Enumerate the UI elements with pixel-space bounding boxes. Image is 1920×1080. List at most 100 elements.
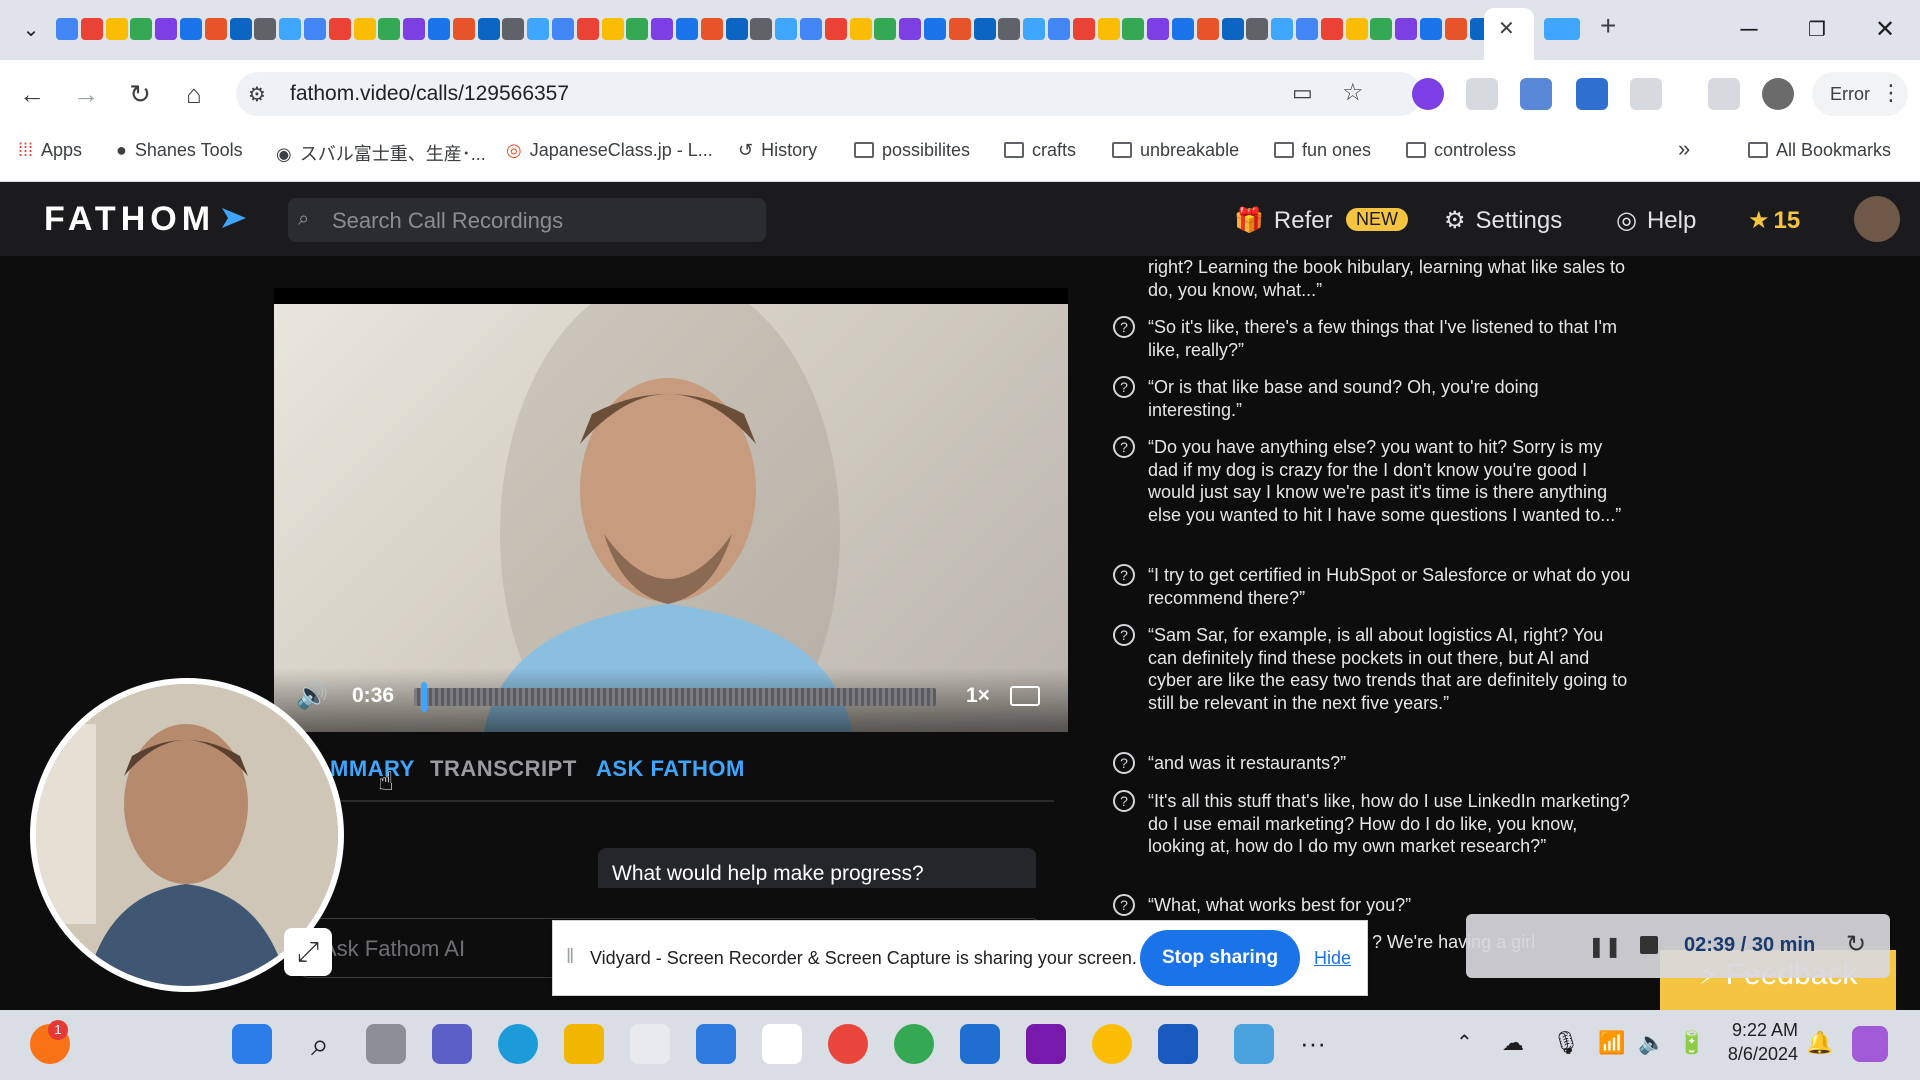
more-apps-icon[interactable]: ··· xyxy=(1300,1028,1326,1059)
copilot-icon[interactable] xyxy=(1852,1026,1888,1062)
pinned-tab-favicon[interactable] xyxy=(477,18,500,40)
pinned-tab-favicon[interactable] xyxy=(725,18,748,40)
start-icon[interactable] xyxy=(232,1024,272,1064)
stop-record-icon[interactable] xyxy=(1640,936,1658,954)
pinned-tab-favicon[interactable] xyxy=(56,18,78,40)
chrome-icon[interactable] xyxy=(828,1024,868,1064)
pinned-tab-favicon[interactable] xyxy=(155,18,178,40)
myhp-icon[interactable] xyxy=(696,1024,736,1064)
pinned-tab-favicon[interactable] xyxy=(1196,18,1219,40)
pinned-tab-favicon[interactable] xyxy=(452,18,475,40)
extensions-puzzle-icon[interactable] xyxy=(1630,78,1662,110)
bookmark-folder-possibilites[interactable]: possibilites xyxy=(854,140,970,161)
pinned-tab-favicon[interactable] xyxy=(899,18,922,40)
bookmark-shanes-tools[interactable]: ● Shanes Tools xyxy=(116,140,243,161)
site-info-icon[interactable]: ⚙ xyxy=(248,82,266,107)
list-item[interactable]: ? “It's all this stuff that's like, how d… xyxy=(1113,790,1634,858)
tray-chevron-icon[interactable]: ⌃ xyxy=(1456,1030,1473,1055)
hide-link[interactable]: Hide xyxy=(1314,948,1351,969)
pinned-tab-favicon[interactable] xyxy=(824,18,847,40)
pinned-tab-favicon[interactable] xyxy=(1271,18,1294,40)
pinned-tab-favicon[interactable] xyxy=(651,18,674,40)
store-icon[interactable] xyxy=(630,1024,670,1064)
pinned-tab-favicon[interactable] xyxy=(180,18,202,40)
pinned-tab-favicon[interactable] xyxy=(1172,18,1194,40)
all-bookmarks[interactable]: All Bookmarks xyxy=(1748,140,1891,161)
list-item[interactable]: ? “and was it restaurants?” xyxy=(1113,752,1634,775)
chrome-profile-icon[interactable] xyxy=(894,1024,934,1064)
pinned-tab-favicon[interactable] xyxy=(1221,18,1244,40)
microphone-icon[interactable]: 🎙 xyxy=(1552,1030,1580,1056)
pinned-tab-favicon[interactable] xyxy=(1420,18,1442,40)
forward-icon[interactable]: → xyxy=(66,74,106,114)
teams-icon[interactable] xyxy=(432,1024,472,1064)
pinned-tab-favicon[interactable] xyxy=(353,18,376,40)
pinned-tab-favicon[interactable] xyxy=(1097,18,1120,40)
playhead[interactable] xyxy=(421,682,428,712)
drag-handle-icon[interactable]: ‖ xyxy=(566,946,574,969)
pinned-tab-favicon[interactable] xyxy=(254,18,277,40)
wifi-icon[interactable]: 📶 xyxy=(1598,1030,1625,1056)
pinned-tab-favicon[interactable] xyxy=(924,18,946,40)
word-icon[interactable] xyxy=(1158,1024,1198,1064)
bookmark-folder-crafts[interactable]: crafts xyxy=(1004,140,1076,161)
help-link[interactable]: ◎ Help xyxy=(1616,206,1696,235)
tab-summary[interactable]: MMARY xyxy=(330,756,415,782)
list-item[interactable]: ? “Do you have anything else? you want to… xyxy=(1113,436,1634,526)
pinned-tab-favicon[interactable] xyxy=(601,18,624,40)
stop-sharing-button[interactable]: Stop sharing xyxy=(1140,930,1300,986)
pinned-tab-favicon[interactable] xyxy=(1072,18,1095,40)
bookmark-folder-controless[interactable]: controless xyxy=(1406,140,1516,161)
edge-icon[interactable] xyxy=(498,1024,538,1064)
expand-webcam-icon[interactable]: ⤢ xyxy=(284,928,332,976)
bookmark-folder-fun-ones[interactable]: fun ones xyxy=(1274,140,1371,161)
user-avatar[interactable] xyxy=(1854,196,1900,242)
pinned-tab-favicon[interactable] xyxy=(1444,18,1467,40)
tab-search-chevron-icon[interactable]: ⌄ xyxy=(8,12,54,48)
tab-transcript[interactable]: TRANSCRIPT xyxy=(430,756,577,782)
pinned-tab-favicon[interactable] xyxy=(1147,18,1170,40)
pinned-tab-favicon[interactable] xyxy=(1048,18,1070,40)
bookmark-japaneseclass[interactable]: ◎ JapaneseClass.jp - L... xyxy=(506,140,713,161)
reload-icon[interactable]: ↻ xyxy=(120,74,160,114)
bookmark-history[interactable]: ↺ History xyxy=(738,140,817,161)
media-control-icon[interactable] xyxy=(1708,78,1740,110)
pinned-tab-favicon[interactable] xyxy=(403,18,426,40)
pinned-tab-favicon[interactable] xyxy=(973,18,996,40)
pinned-tab-favicon[interactable] xyxy=(1122,18,1145,40)
pinned-tab-favicon[interactable] xyxy=(204,18,227,40)
notepad-icon[interactable] xyxy=(960,1024,1000,1064)
pinned-tab-favicon[interactable] xyxy=(502,18,525,40)
list-item[interactable]: ? “I try to get certified in HubSpot or S… xyxy=(1113,564,1634,609)
pinned-tab-favicon[interactable] xyxy=(1395,18,1418,40)
new-tab-icon[interactable]: + xyxy=(1600,10,1616,42)
pinned-tab-favicon[interactable] xyxy=(676,18,698,40)
camera-icon[interactable]: ▭ xyxy=(1292,80,1313,106)
notifications-bell-icon[interactable]: 🔔 xyxy=(1806,1030,1833,1056)
extension-icon[interactable] xyxy=(1576,78,1608,110)
playback-speed[interactable]: 1× xyxy=(966,684,990,708)
pinned-tab-favicon[interactable] xyxy=(948,18,971,40)
battery-icon[interactable]: 🔋 xyxy=(1678,1030,1705,1056)
pinned-tab-favicon[interactable] xyxy=(1296,18,1318,40)
tab-ask-fathom[interactable]: ASK FATHOM xyxy=(596,756,745,782)
profile-avatar[interactable] xyxy=(1762,78,1794,110)
minimize-icon[interactable]: ─ xyxy=(1726,12,1772,48)
bookmark-star-icon[interactable]: ☆ xyxy=(1342,78,1364,107)
list-item[interactable]: right? Learning the book hibulary, learn… xyxy=(1114,256,1634,301)
pinned-tab-favicon[interactable] xyxy=(998,18,1021,40)
taskbar-date[interactable]: 8/6/2024 xyxy=(1712,1044,1798,1065)
list-item[interactable]: ? “So it's like, there's a few things tha… xyxy=(1113,316,1634,361)
url-text[interactable]: fathom.video/calls/129566357 xyxy=(290,82,569,106)
pinned-tab-favicon[interactable] xyxy=(80,18,103,40)
amazon-icon[interactable] xyxy=(762,1024,802,1064)
taskbar-time[interactable]: 9:22 AM xyxy=(1712,1020,1798,1041)
tab-favicon[interactable] xyxy=(1544,18,1580,40)
app-icon[interactable] xyxy=(1234,1024,1274,1064)
pinned-tab-favicon[interactable] xyxy=(775,18,798,40)
pinned-tab-favicon[interactable] xyxy=(1370,18,1393,40)
star-counter[interactable]: ★ 15 xyxy=(1748,206,1800,235)
pinned-tab-favicon[interactable] xyxy=(1023,18,1046,40)
chrome-profile-icon[interactable] xyxy=(1092,1024,1132,1064)
onenote-icon[interactable] xyxy=(1026,1024,1066,1064)
